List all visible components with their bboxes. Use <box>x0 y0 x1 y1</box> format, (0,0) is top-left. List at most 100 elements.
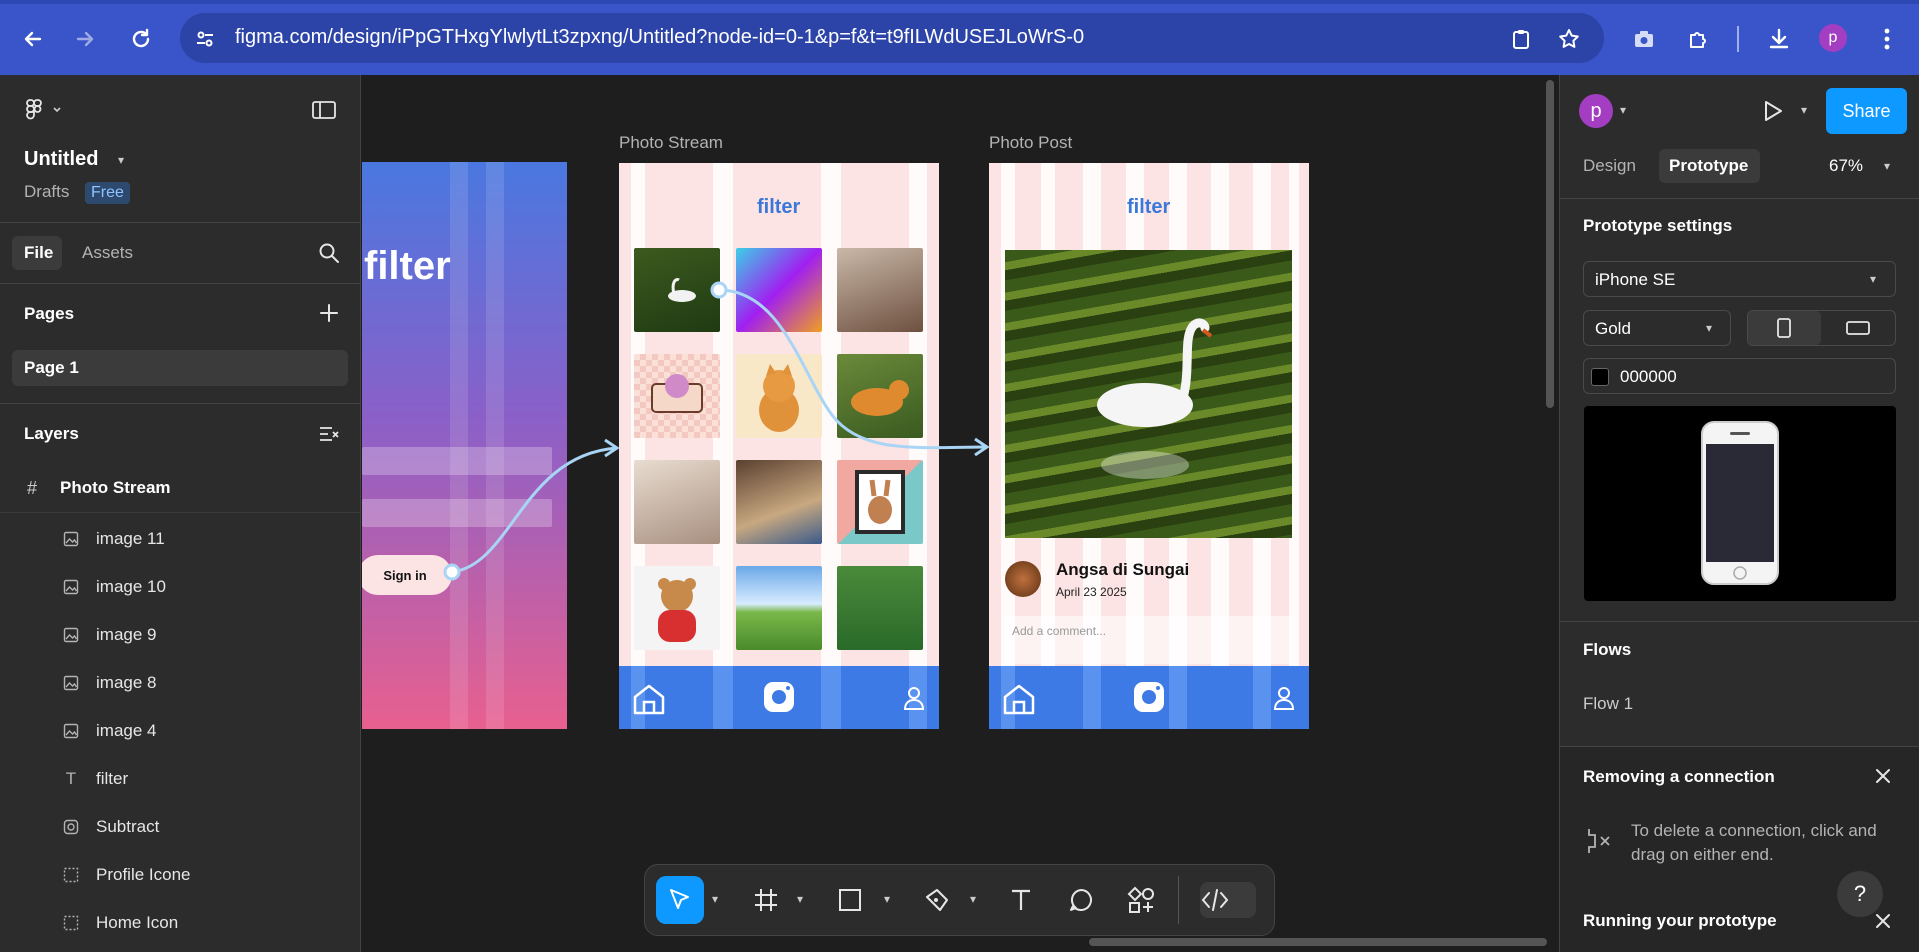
layer-row[interactable]: T filter <box>0 756 361 804</box>
camera-extension-icon[interactable] <box>1627 22 1661 56</box>
design-canvas[interactable]: filter Sign in Photo Stream filter Photo… <box>362 75 1559 952</box>
layer-label[interactable]: Subtract <box>96 817 159 837</box>
help-button[interactable]: ? <box>1837 871 1883 917</box>
vertical-scrollbar[interactable] <box>1546 80 1554 408</box>
horizontal-scrollbar[interactable] <box>1089 938 1547 946</box>
text-tool-icon[interactable] <box>1005 884 1037 916</box>
download-icon[interactable] <box>1762 22 1796 56</box>
landscape-icon <box>1846 321 1870 335</box>
zoom-level[interactable]: 67% <box>1829 156 1863 176</box>
collapse-layers-icon[interactable] <box>318 424 340 449</box>
layer-label[interactable]: Profile Icone <box>96 865 191 885</box>
actions-tool-icon[interactable] <box>1125 884 1157 916</box>
layer-row[interactable]: image 11 <box>0 516 361 564</box>
chevron-down-icon[interactable]: ▾ <box>712 892 718 906</box>
extensions-puzzle-icon[interactable] <box>1682 22 1716 56</box>
layer-row[interactable]: Home Icon <box>0 900 361 948</box>
portrait-icon <box>1777 318 1791 338</box>
layer-label[interactable]: image 10 <box>96 577 166 597</box>
prototype-connections[interactable] <box>362 75 1559 952</box>
add-page-icon[interactable] <box>318 302 340 329</box>
divider <box>0 403 361 404</box>
bookmark-star-icon[interactable] <box>1552 22 1586 56</box>
disconnect-icon <box>1583 826 1613 861</box>
flow-item[interactable]: Flow 1 <box>1583 694 1633 714</box>
forward-icon[interactable] <box>68 22 102 56</box>
layer-label[interactable]: filter <box>96 769 128 789</box>
toggle-sidebar-icon[interactable] <box>312 100 336 125</box>
image-icon <box>62 530 80 548</box>
tab-file-label[interactable]: File <box>24 243 53 263</box>
close-icon[interactable] <box>1873 911 1893 936</box>
chevron-down-icon[interactable]: ▾ <box>884 892 890 906</box>
layer-row[interactable]: image 4 <box>0 708 361 756</box>
page-item-label[interactable]: Page 1 <box>24 358 79 378</box>
code-icon[interactable] <box>1199 884 1231 916</box>
pen-tool-icon[interactable] <box>921 884 953 916</box>
present-play-icon[interactable] <box>1760 99 1784 128</box>
image-icon <box>62 722 80 740</box>
layer-label[interactable]: Photo Stream <box>60 478 171 498</box>
plan-badge: Free <box>85 182 130 204</box>
url-text[interactable]: figma.com/design/iPpGTHxgYlwlytLt3zpxng/… <box>235 26 1084 49</box>
chevron-down-icon[interactable]: ▾ <box>1884 159 1890 173</box>
divider <box>0 512 361 513</box>
iphone-se-illustration <box>1701 421 1779 585</box>
comment-tool-icon[interactable] <box>1065 884 1097 916</box>
layer-row[interactable]: image 8 <box>0 660 361 708</box>
frame-tool-icon[interactable] <box>750 884 782 916</box>
device-preview <box>1584 406 1896 601</box>
pages-heading: Pages <box>24 304 75 323</box>
chevron-down-icon[interactable]: ▾ <box>797 892 803 906</box>
chevron-down-icon[interactable]: ▾ <box>1870 272 1876 286</box>
portrait-button[interactable] <box>1748 311 1821 345</box>
image-icon <box>62 626 80 644</box>
close-icon[interactable] <box>1873 766 1893 791</box>
layer-row[interactable]: Profile Icone <box>0 852 361 900</box>
cursor-icon[interactable] <box>664 884 696 916</box>
layer-label[interactable]: image 9 <box>96 625 156 645</box>
browser-menu-icon[interactable] <box>1870 22 1904 56</box>
boolean-icon <box>62 818 80 836</box>
site-settings-icon[interactable] <box>188 22 222 56</box>
reload-icon[interactable] <box>124 22 158 56</box>
file-title-chevron-icon[interactable]: ▾ <box>118 153 124 167</box>
layer-label[interactable]: image 11 <box>96 529 165 549</box>
drafts-location[interactable]: Drafts <box>24 182 69 202</box>
bottom-toolbar <box>644 864 1275 936</box>
file-title[interactable]: Untitled <box>24 148 98 171</box>
tab-design[interactable]: Design <box>1583 156 1636 176</box>
clipboard-icon[interactable] <box>1504 22 1538 56</box>
tip-heading: Removing a connection <box>1583 767 1775 786</box>
image-icon <box>62 674 80 692</box>
figma-menu-icon[interactable] <box>24 98 64 127</box>
layer-label[interactable]: image 4 <box>96 721 156 741</box>
rectangle-tool-icon[interactable] <box>834 884 866 916</box>
layer-row[interactable]: Subtract <box>0 804 361 852</box>
share-button[interactable]: Share <box>1826 88 1907 134</box>
chevron-down-icon[interactable]: ▾ <box>1801 103 1807 117</box>
device-select-value[interactable]: iPhone SE <box>1595 270 1675 290</box>
tab-prototype-label[interactable]: Prototype <box>1669 156 1748 176</box>
search-icon[interactable] <box>318 242 340 269</box>
device-model-value[interactable]: Gold <box>1595 319 1631 339</box>
tab-strip <box>0 0 1919 4</box>
chevron-down-icon[interactable]: ▾ <box>970 892 976 906</box>
layer-row-photo-stream[interactable]: # Photo Stream <box>0 464 361 512</box>
background-color-swatch[interactable] <box>1591 368 1609 386</box>
layer-label[interactable]: Home Icon <box>96 913 178 933</box>
layer-row[interactable]: image 10 <box>0 564 361 612</box>
browser-profile-avatar[interactable]: p <box>1819 24 1847 52</box>
layer-label[interactable]: image 8 <box>96 673 156 693</box>
tab-assets[interactable]: Assets <box>82 243 133 263</box>
chevron-down-icon[interactable]: ▾ <box>1706 321 1712 335</box>
toolbar-separator <box>1737 26 1739 52</box>
back-icon[interactable] <box>16 22 50 56</box>
landscape-button[interactable] <box>1823 311 1895 345</box>
group-icon <box>62 866 80 884</box>
divider <box>0 283 361 284</box>
layer-row[interactable]: image 9 <box>0 612 361 660</box>
user-avatar[interactable]: p <box>1579 94 1613 128</box>
background-color-hex[interactable]: 000000 <box>1620 367 1677 387</box>
chevron-down-icon[interactable]: ▾ <box>1620 103 1626 117</box>
